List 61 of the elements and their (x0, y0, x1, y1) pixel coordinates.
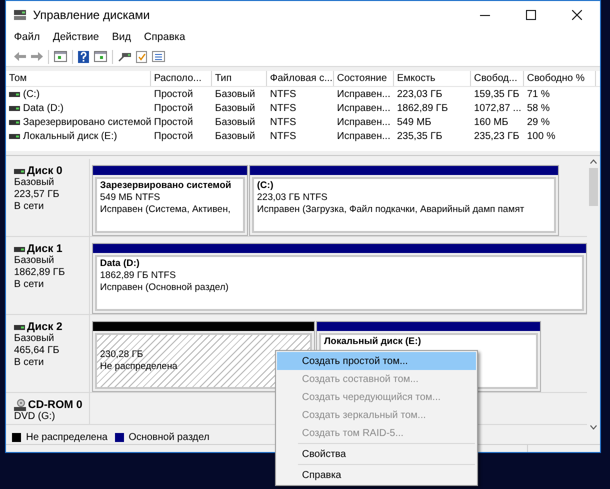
table-cell-text: 71 % (526, 88, 551, 102)
table-cell-text: Простой (153, 88, 194, 102)
table-cell-text: NTFS (269, 116, 298, 130)
table-cell-text: 29 % (526, 116, 551, 130)
table-cell-text: 160 МБ (473, 116, 510, 130)
disk-name: Диск 1 (27, 243, 62, 255)
partition-status: Исправен (Основной раздел) (100, 282, 229, 294)
partition-size: 549 МБ NTFS (100, 192, 160, 204)
disk-size: 465,64 ГБ (14, 345, 60, 357)
legend-label: Основной раздел (128, 430, 210, 444)
disk-type: Базовый (14, 177, 56, 189)
disk-status: В сети (14, 357, 45, 369)
disk-name: CD-ROM 0 (28, 399, 82, 411)
table-cell-text: Исправен... (336, 88, 392, 102)
disk-name: Диск 0 (27, 165, 62, 177)
partition-size: 1862,89 ГБ NTFS (100, 270, 176, 282)
table-cell-text: 549 МБ (396, 116, 432, 130)
disk-size: 1862,89 ГБ (14, 267, 66, 279)
table-cell-text: (C:) (23, 88, 40, 102)
disk-type: DVD (G:) (14, 411, 56, 423)
table-cell-text: Простой (153, 130, 194, 144)
table-cell-text: Локальный диск (E:) (23, 130, 118, 144)
legend-label: Не распределена (26, 430, 108, 444)
partition-size: 230,28 ГБ (100, 349, 144, 361)
partition-size: 223,03 ГБ NTFS (257, 192, 328, 204)
disk-size: 223,57 ГБ (14, 189, 60, 201)
table-cell-text: Data (D:) (23, 102, 64, 116)
partition-title: Локальный диск (E:) (324, 336, 422, 348)
partition-status: Не распределена (100, 361, 178, 373)
table-cell-text: 1072,87 ... (473, 102, 522, 116)
disk-type: Базовый (14, 255, 56, 267)
table-cell-text: NTFS (269, 102, 298, 116)
table-cell-text: Базовый (214, 88, 256, 102)
disk-status: В сети (14, 201, 45, 213)
disk-name: Диск 2 (27, 321, 62, 333)
table-cell-text: Исправен... (336, 130, 392, 144)
table-cell-text: 1862,89 ГБ (396, 102, 449, 116)
partition-status: Исправен (Загрузка, Файл подкачки, Аварийный дамп памят (257, 204, 524, 216)
partition-title: Зарезервировано системой (100, 180, 232, 192)
table-cell-text: 159,35 ГБ (473, 88, 520, 102)
partition-status: Исправен (Система, Активен, (100, 204, 230, 216)
table-cell-text: Простой (153, 102, 194, 116)
table-cell-text: Исправен... (336, 102, 392, 116)
table-cell-text: 100 % (526, 130, 556, 144)
table-cell-text: Зарезервировано системой (23, 116, 152, 130)
disk-status: В сети (14, 279, 45, 291)
table-cell-text: 223,03 ГБ (396, 88, 444, 102)
partition-title: (C:) (257, 180, 274, 192)
table-cell-text: 58 % (526, 102, 551, 116)
table-cell-text: 235,35 ГБ (396, 130, 444, 144)
window-title: Управление дисками (33, 7, 150, 24)
table-cell-text: Базовый (214, 130, 256, 144)
table-cell-text: Исправен... (336, 116, 392, 130)
table-cell-text: Базовый (214, 102, 256, 116)
table-cell-text: NTFS (269, 88, 298, 102)
table-cell-text: Базовый (214, 116, 256, 130)
table-cell-text: 235,23 ГБ (473, 130, 520, 144)
table-cell-text: Простой (153, 116, 194, 130)
partition-title: Data (D:) (100, 258, 141, 270)
table-cell-text: NTFS (269, 130, 298, 144)
disk-type: Базовый (14, 333, 56, 345)
